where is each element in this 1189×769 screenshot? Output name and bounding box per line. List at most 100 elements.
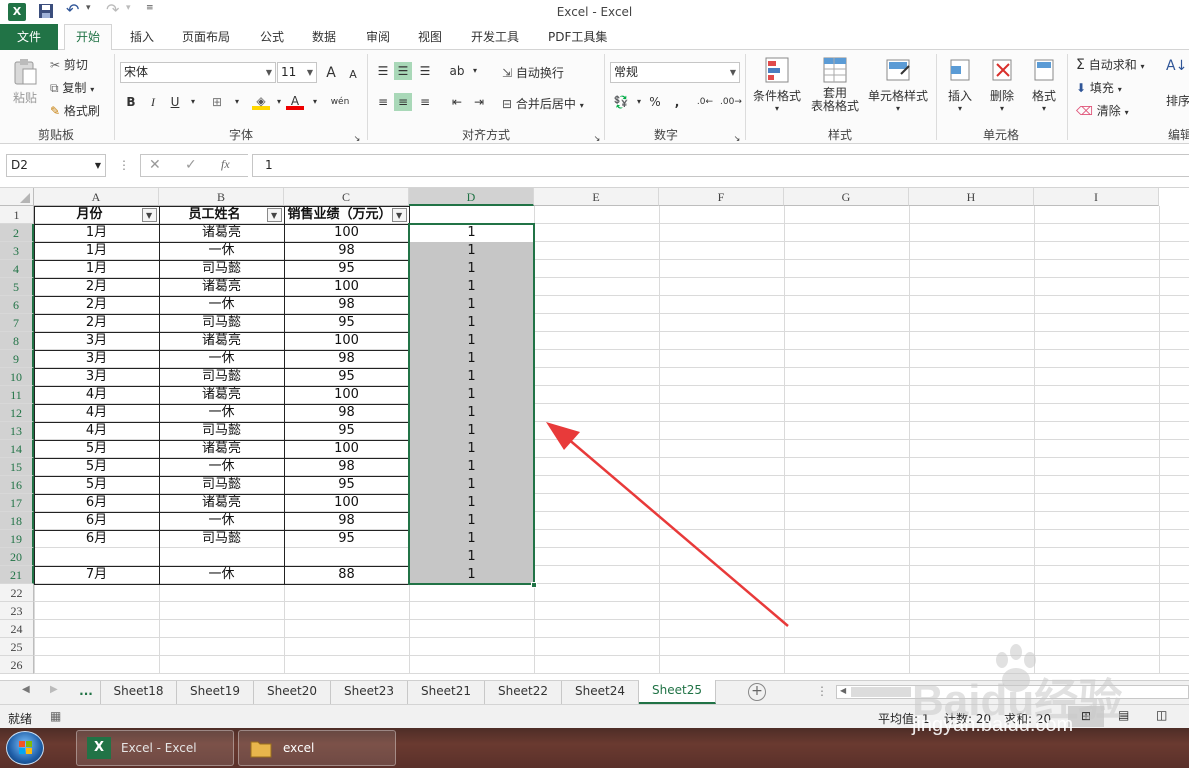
table-cell[interactable]: 一休 (159, 296, 284, 314)
align-center-icon[interactable]: ≡ (394, 93, 412, 111)
cut-button[interactable]: ✂ 剪切 (50, 56, 88, 73)
sheet-tab[interactable]: Sheet18 (100, 681, 177, 704)
table-cell[interactable]: 司马懿 (159, 422, 284, 440)
table-cell[interactable]: 95 (284, 476, 409, 494)
table-cell[interactable]: 诸葛亮 (159, 332, 284, 350)
italic-button[interactable]: I (144, 93, 162, 111)
row-header-6[interactable]: 6 (0, 296, 34, 314)
table-cell[interactable]: 诸葛亮 (159, 386, 284, 404)
select-all-corner[interactable] (0, 188, 34, 206)
tab-formulas[interactable]: 公式 (260, 28, 284, 45)
fill-handle[interactable] (531, 582, 537, 588)
table-cell[interactable]: 1月 (34, 242, 159, 260)
table-cell[interactable]: 100 (284, 386, 409, 404)
table-cell[interactable]: 一休 (159, 458, 284, 476)
insert-function-button[interactable]: fx (221, 157, 230, 172)
table-cell[interactable]: 2月 (34, 296, 159, 314)
table-cell[interactable] (284, 548, 409, 566)
row-header-16[interactable]: 16 (0, 476, 34, 494)
row-header-26[interactable]: 26 (0, 656, 34, 674)
table-cell[interactable]: 司马懿 (159, 530, 284, 548)
shrink-font-button[interactable]: A (344, 66, 362, 84)
header-cell[interactable]: 销售业绩（万元） (284, 206, 409, 224)
table-cell[interactable]: 一休 (159, 404, 284, 422)
table-cell[interactable]: 诸葛亮 (159, 278, 284, 296)
table-cell[interactable]: 98 (284, 404, 409, 422)
row-header-24[interactable]: 24 (0, 620, 34, 638)
row-header-25[interactable]: 25 (0, 638, 34, 656)
table-cell[interactable]: 诸葛亮 (159, 494, 284, 512)
comma-button[interactable]: , (668, 93, 686, 111)
format-as-table-button[interactable]: 套用 表格格式 (806, 56, 864, 113)
table-cell[interactable]: 4月 (34, 386, 159, 404)
new-sheet-icon[interactable]: + (748, 683, 766, 701)
row-header-3[interactable]: 3 (0, 242, 34, 260)
name-box[interactable]: D2 ▼ (6, 154, 106, 177)
row-header-17[interactable]: 17 (0, 494, 34, 512)
clear-button[interactable]: ⌫ 清除 ▾ (1076, 102, 1129, 119)
column-header-b[interactable]: B (159, 188, 284, 206)
table-cell[interactable]: 5月 (34, 440, 159, 458)
table-cell[interactable]: 5月 (34, 458, 159, 476)
phonetic-guide-button[interactable]: wén (328, 93, 352, 111)
font-color-icon[interactable]: A (286, 92, 304, 110)
column-header-e[interactable]: E (534, 188, 659, 206)
align-middle-icon[interactable]: ☰ (394, 62, 412, 80)
table-cell[interactable]: 一休 (159, 512, 284, 530)
align-bottom-icon[interactable]: ☰ (416, 62, 434, 80)
column-header-g[interactable]: G (784, 188, 909, 206)
tab-view[interactable]: 视图 (418, 28, 442, 45)
scroll-right-icon[interactable]: ▶ (50, 684, 58, 695)
currency-icon[interactable]: 💱 (612, 93, 630, 111)
column-header-d[interactable]: D (409, 188, 534, 206)
scroll-left-icon[interactable]: ◀ (22, 684, 30, 695)
table-cell[interactable]: 1月 (34, 224, 159, 242)
table-cell[interactable]: 司马懿 (159, 314, 284, 332)
enter-icon[interactable]: ✓ (185, 157, 197, 173)
autosum-button[interactable]: Σ 自动求和 ▾ (1076, 56, 1145, 73)
page-layout-view-icon[interactable]: ▤ (1118, 708, 1129, 722)
row-header-21[interactable]: 21 (0, 566, 34, 584)
row-header-19[interactable]: 19 (0, 530, 34, 548)
tab-page-layout[interactable]: 页面布局 (182, 28, 230, 45)
filter-dropdown-button[interactable]: ▼ (392, 208, 407, 222)
increase-indent-icon[interactable]: ⇥ (470, 93, 488, 111)
sheet-tab-more[interactable]: ... (74, 681, 98, 704)
table-cell[interactable]: 1月 (34, 260, 159, 278)
sheet-tab[interactable]: Sheet19 (177, 681, 254, 704)
sheet-tab[interactable]: Sheet21 (408, 681, 485, 704)
font-name-select[interactable]: 宋体 ▼ (120, 62, 276, 83)
table-cell[interactable]: 2月 (34, 314, 159, 332)
table-cell[interactable]: 司马懿 (159, 476, 284, 494)
format-painter-button[interactable]: ✎ 格式刷 (50, 102, 100, 119)
table-cell[interactable]: 4月 (34, 422, 159, 440)
chevron-down-icon[interactable]: ▾ (228, 93, 246, 111)
table-cell[interactable]: 6月 (34, 530, 159, 548)
table-cell[interactable]: 100 (284, 332, 409, 350)
table-cell[interactable]: 5月 (34, 476, 159, 494)
table-cell[interactable]: 100 (284, 494, 409, 512)
formula-input[interactable]: 1 (252, 154, 1189, 177)
row-header-18[interactable]: 18 (0, 512, 34, 530)
table-cell[interactable]: 一休 (159, 566, 284, 584)
tab-data[interactable]: 数据 (312, 28, 336, 45)
table-cell[interactable]: 88 (284, 566, 409, 584)
percent-button[interactable]: % (646, 93, 664, 111)
table-cell[interactable]: 7月 (34, 566, 159, 584)
decrease-decimal-icon[interactable]: .00→ (720, 93, 742, 111)
filter-dropdown-button[interactable]: ▼ (142, 208, 157, 222)
chevron-down-icon[interactable]: ▾ (306, 93, 324, 111)
splitter-icon[interactable]: ⋮ (816, 684, 828, 698)
chevron-down-icon[interactable]: ▾ (184, 93, 202, 111)
tab-developer[interactable]: 开发工具 (471, 28, 519, 45)
taskbar-folder-window[interactable]: excel (238, 730, 396, 766)
row-header-15[interactable]: 15 (0, 458, 34, 476)
sheet-tab[interactable]: Sheet22 (485, 681, 562, 704)
merge-center-button[interactable]: ⊟ 合并后居中 ▾ (502, 95, 584, 112)
sheet-tab-active[interactable]: Sheet25 (639, 680, 716, 704)
table-cell[interactable]: 6月 (34, 494, 159, 512)
column-header-a[interactable]: A (34, 188, 159, 206)
table-cell[interactable]: 98 (284, 350, 409, 368)
table-cell[interactable]: 6月 (34, 512, 159, 530)
scroll-left-icon[interactable]: ◀ (840, 686, 846, 695)
